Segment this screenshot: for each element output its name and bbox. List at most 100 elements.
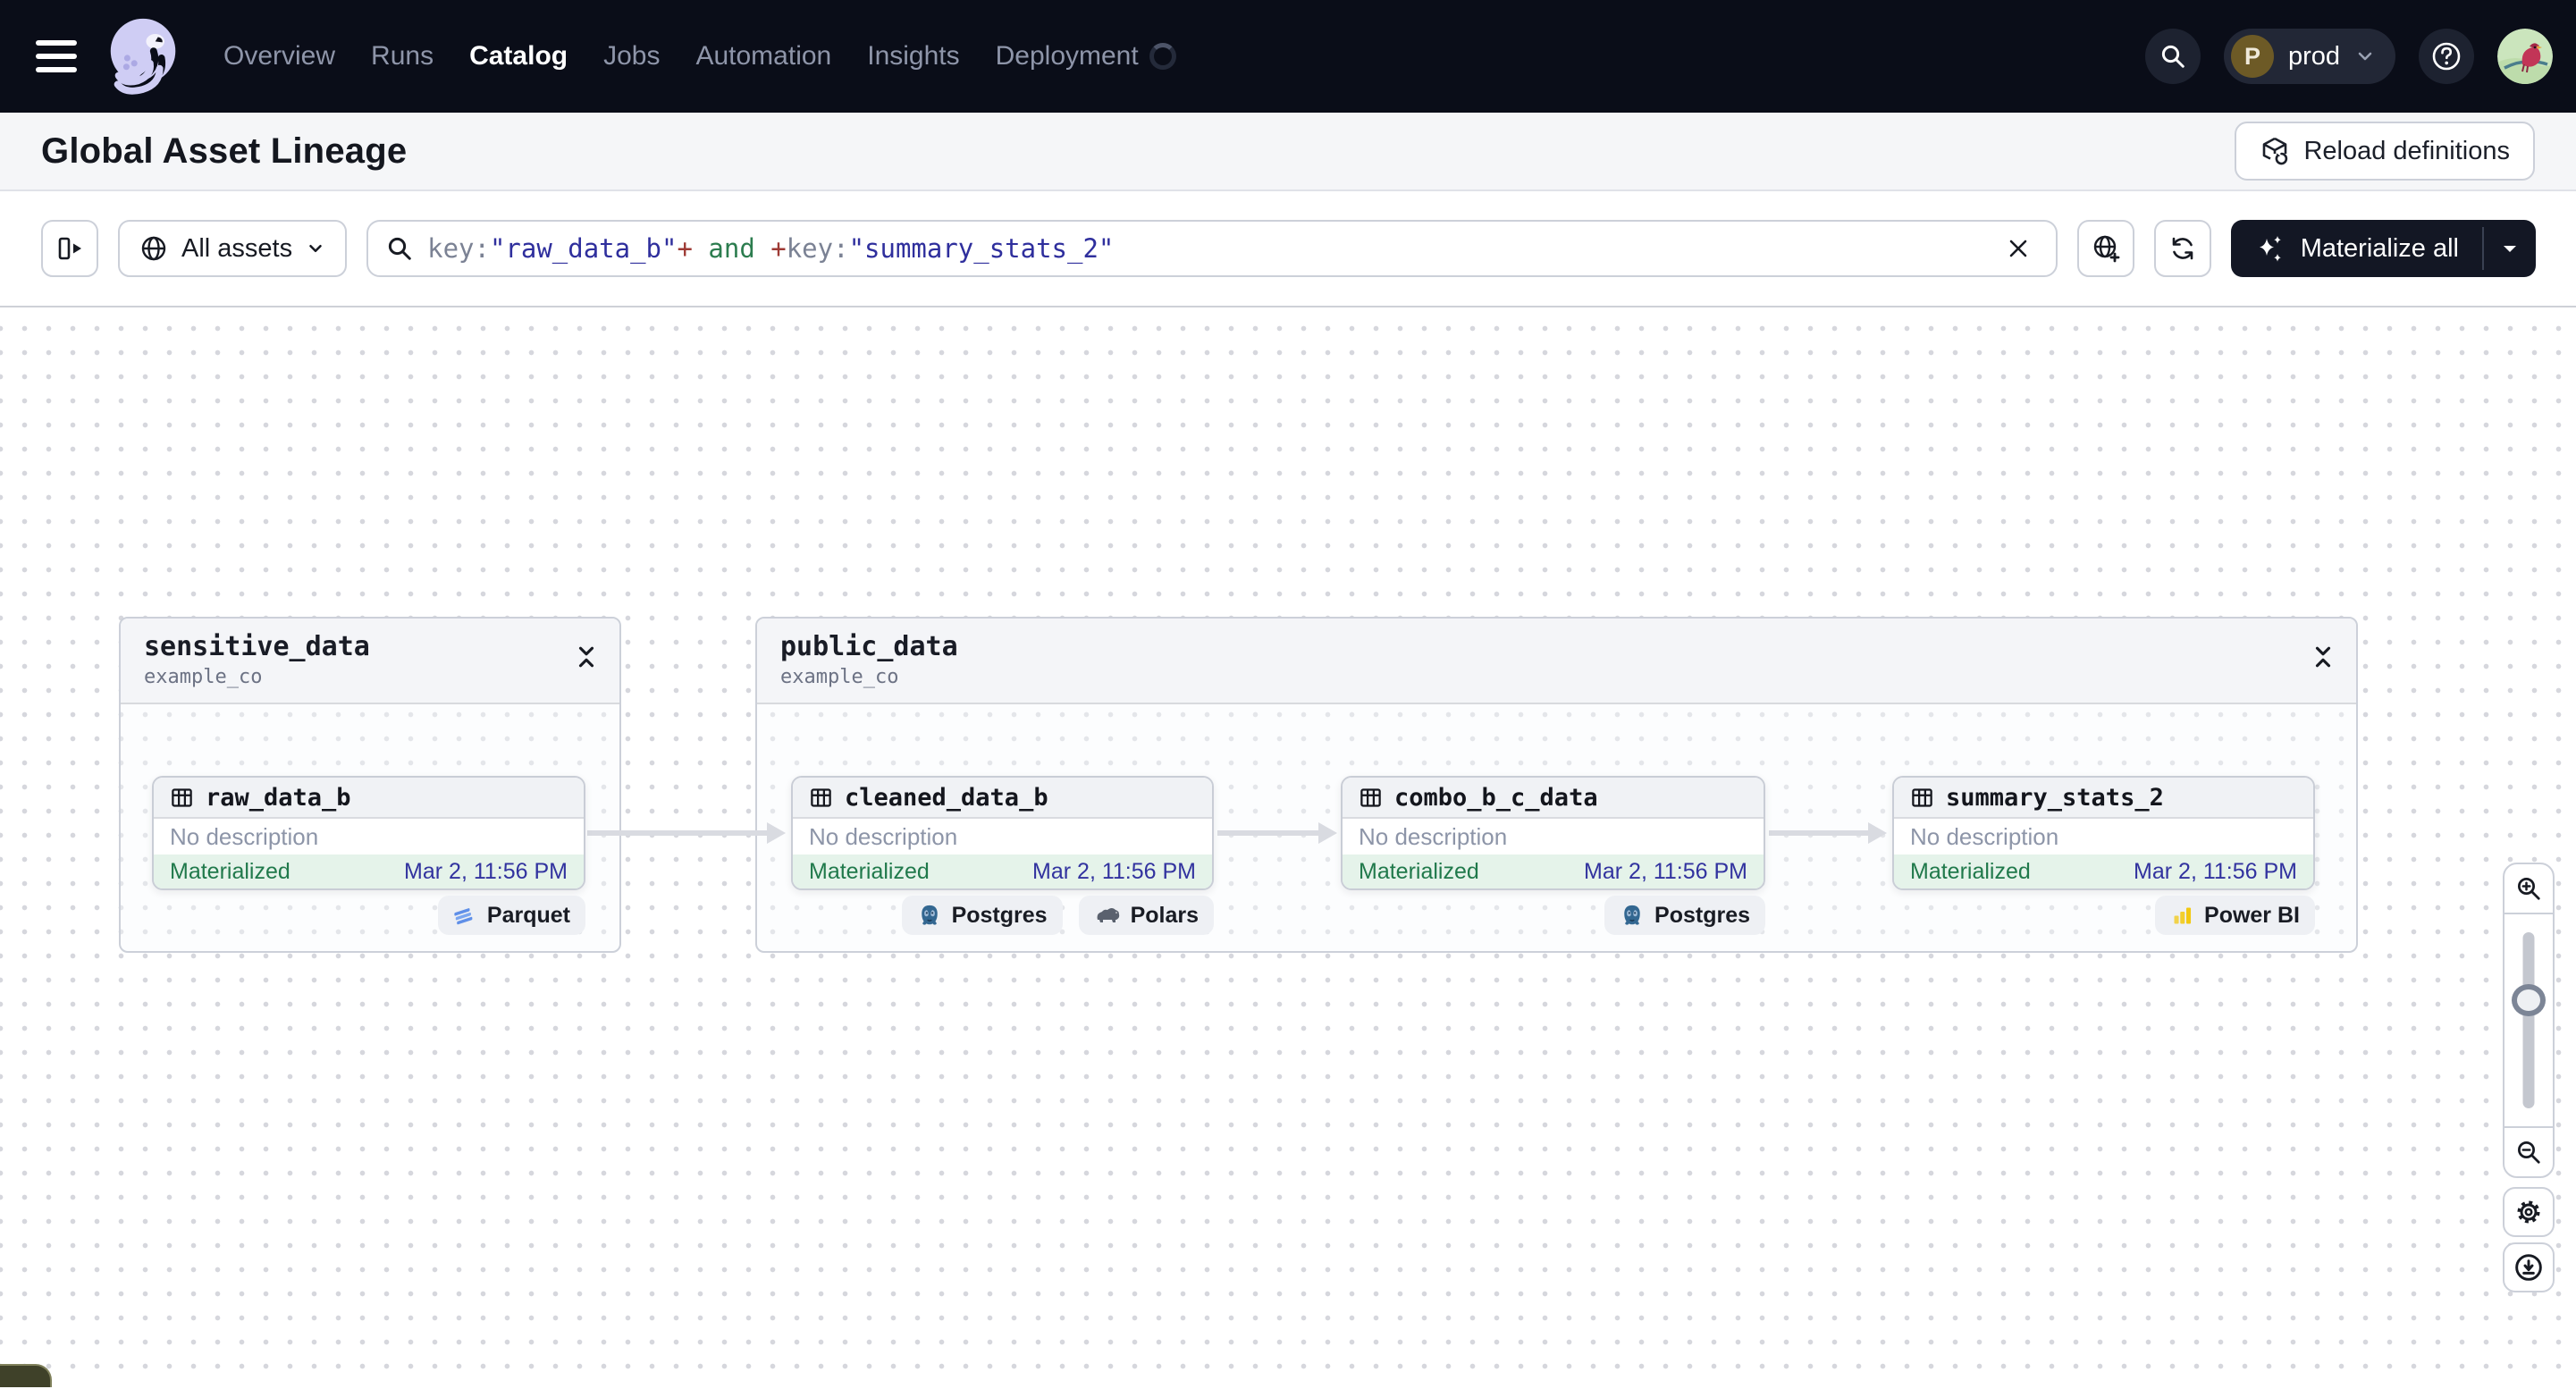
tag-row: Power BI [1892,896,2315,935]
table-icon [811,787,831,807]
page-title: Global Asset Lineage [41,130,408,171]
asset-description: No description [1910,822,2059,850]
open-sidebar-panel-button[interactable] [41,220,98,277]
asset-scope-dropdown[interactable]: All assets [118,220,348,277]
materialize-all-button[interactable]: Materialize all [2231,220,2482,277]
kind-tag-postgres[interactable]: Postgres [1604,896,1765,935]
asset-node-combo-b-c-data[interactable]: combo_b_c_data No description Materializ… [1341,776,1765,890]
tag-label: Polars [1130,902,1199,928]
status-badge: Materialized [809,858,930,884]
parquet-icon [454,907,473,924]
nav-item-deployment[interactable]: Deployment [996,41,1139,72]
gear-icon [2517,1200,2540,1224]
kind-tag-powerbi[interactable]: Power BI [2155,896,2315,935]
nav-item-overview[interactable]: Overview [223,41,335,72]
panel-open-icon [58,237,81,260]
asset-scope-label: All assets [181,233,293,263]
asset-name: combo_b_c_data [1394,783,1598,812]
asset-node-cleaned-data-b[interactable]: cleaned_data_b No description Materializ… [791,776,1214,890]
status-badge: Materialized [170,858,290,884]
kind-tag-parquet[interactable]: Parquet [437,896,585,935]
group-code-location: example_co [780,666,899,688]
zoom-slider[interactable] [2504,914,2553,1126]
zoom-slider-thumb[interactable] [2512,984,2546,1016]
download-icon [2515,1254,2542,1281]
collapse-group-icon[interactable] [575,645,598,669]
collapse-group-icon[interactable] [2311,645,2335,669]
sparkles-icon [2259,236,2281,262]
chevron-down-icon [2358,52,2372,61]
group-code-location: example_co [144,666,263,688]
lineage-canvas[interactable]: sensitive_data example_co public_data ex… [0,307,2576,1387]
asset-search-input[interactable]: key:"raw_data_b"+ and +key:"summary_stat… [366,220,2058,277]
zoom-out-icon [2518,1141,2540,1164]
asset-node-summary-stats-2[interactable]: summary_stats_2 No description Materiali… [1892,776,2315,890]
zoom-in-icon [2518,878,2540,900]
clear-search-button[interactable] [1999,229,2038,268]
kind-tag-polars[interactable]: Polars [1078,896,1214,935]
materialize-all-split-button: Materialize all [2230,220,2536,277]
refresh-graph-button[interactable] [2153,220,2211,277]
status-badge: Materialized [1359,858,1479,884]
zoom-slider-track[interactable] [2522,932,2535,1108]
asset-name: summary_stats_2 [1946,783,2164,812]
nav-item-insights[interactable]: Insights [867,41,959,72]
asset-node-raw-data-b[interactable]: raw_data_b No description Materialized M… [152,776,585,890]
zoom-in-button[interactable] [2504,864,2553,914]
polars-icon [1097,908,1119,922]
asset-description: No description [1359,822,1508,850]
user-avatar[interactable] [2497,29,2553,84]
download-image-button[interactable] [2503,1242,2555,1292]
deployment-name: prod [2287,41,2340,71]
nav-item-automation[interactable]: Automation [695,41,831,72]
tag-label: Postgres [951,902,1048,928]
status-badge: Materialized [1910,858,2031,884]
graph-settings-button[interactable] [2503,1187,2555,1237]
global-search-button[interactable] [2144,29,2201,84]
lineage-toolbar: All assets key:"raw_data_b"+ and +key:"s… [0,191,2576,307]
reload-definitions-label: Reload definitions [2303,136,2510,165]
table-icon [172,787,192,807]
table-icon [1360,787,1381,807]
menu-hamburger-icon[interactable] [36,40,77,72]
materialize-options-button[interactable] [2484,220,2536,277]
tag-label: Power BI [2204,902,2300,928]
group-header[interactable]: public_data example_co [757,619,2356,704]
powerbi-icon [2174,907,2192,923]
top-nav-bar: Overview Runs Catalog Jobs Automation In… [0,0,2576,113]
dagster-logo[interactable] [100,13,188,100]
materialize-all-label: Materialize all [2300,233,2459,263]
globe-icon [141,236,166,261]
reload-cube-icon [2263,137,2288,165]
deployment-initial-badge: P [2230,35,2274,78]
materialization-timestamp[interactable]: Mar 2, 11:56 PM [1032,859,1196,885]
group-header[interactable]: sensitive_data example_co [121,619,619,704]
search-query-text: key:"raw_data_b"+ and +key:"summary_stat… [427,233,1115,264]
nav-item-jobs[interactable]: Jobs [603,41,660,72]
kind-tag-postgres[interactable]: Postgres [901,896,1063,935]
page-header: Global Asset Lineage Reload definitions [0,113,2576,191]
deployment-switcher[interactable]: P prod [2223,29,2395,84]
lineage-edge [1217,822,1337,844]
reload-definitions-button[interactable]: Reload definitions [2235,122,2535,181]
caret-down-icon [2504,246,2516,252]
lineage-edge [587,822,786,844]
nav-item-runs[interactable]: Runs [371,41,434,72]
tag-row: Postgres [1341,896,1765,935]
loading-spinner-icon [1149,43,1176,70]
nav-item-catalog[interactable]: Catalog [469,41,568,72]
materialization-timestamp[interactable]: Mar 2, 11:56 PM [2134,859,2297,885]
tag-label: Postgres [1654,902,1750,928]
asset-description: No description [170,822,319,850]
zoom-control-stack [2503,863,2555,1178]
materialization-timestamp[interactable]: Mar 2, 11:56 PM [404,859,568,885]
help-button[interactable] [2419,29,2474,84]
asset-name: raw_data_b [206,783,351,812]
search-icon [2161,45,2185,68]
primary-nav: Overview Runs Catalog Jobs Automation In… [223,41,1139,72]
postgres-icon [921,905,938,925]
group-name: sensitive_data [144,631,370,662]
add-selection-scope-button[interactable] [2076,220,2134,277]
materialization-timestamp[interactable]: Mar 2, 11:56 PM [1584,859,1747,885]
zoom-out-button[interactable] [2504,1126,2553,1176]
